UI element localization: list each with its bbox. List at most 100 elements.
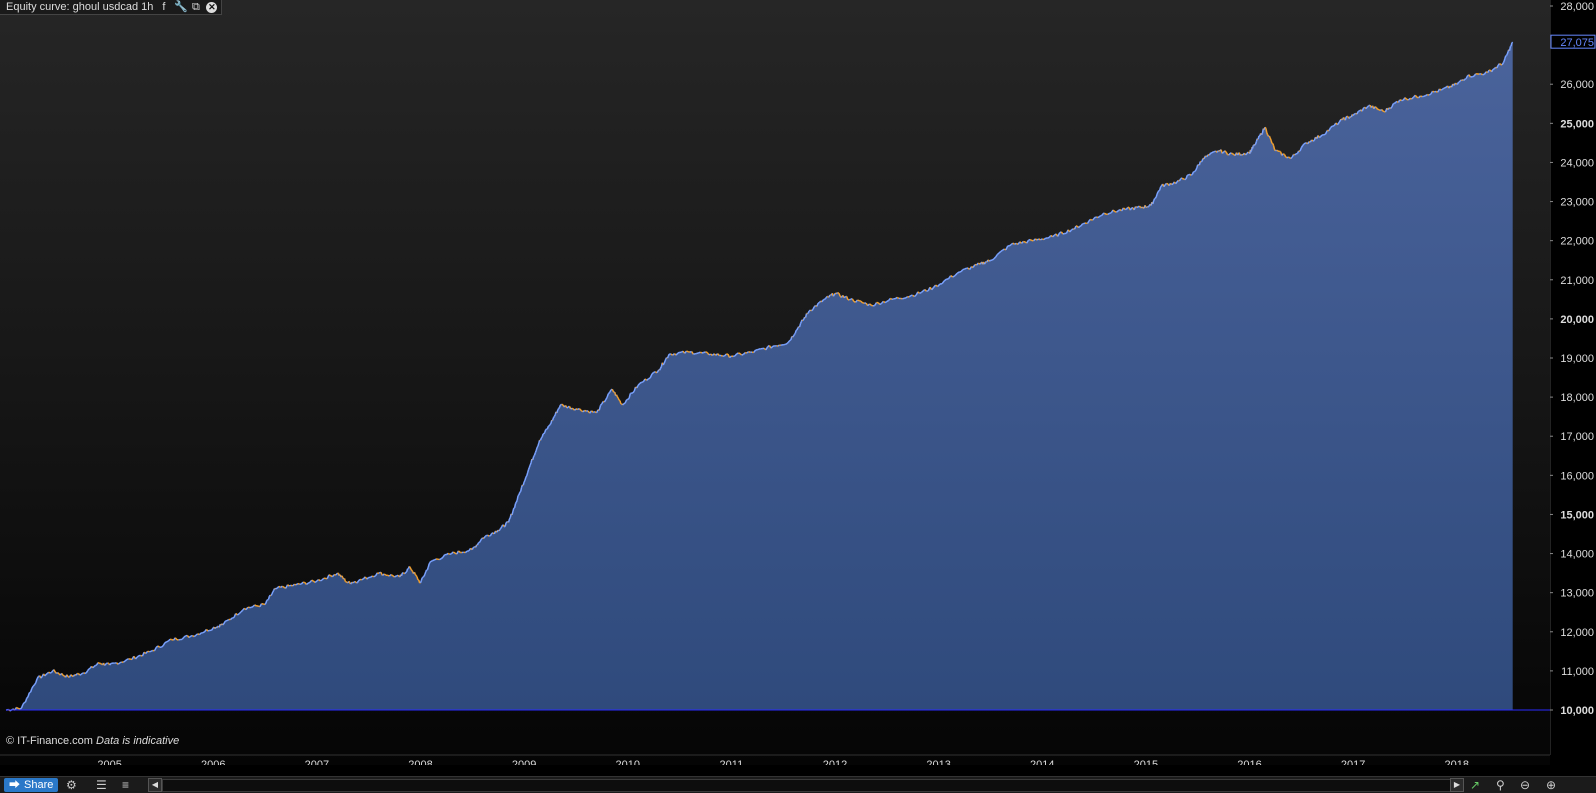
equity-line-segment bbox=[426, 570, 427, 572]
function-icon[interactable]: f bbox=[158, 0, 169, 14]
equity-line-segment bbox=[1229, 153, 1230, 155]
equity-line-segment bbox=[165, 642, 167, 643]
equity-line-segment bbox=[1225, 151, 1226, 152]
equity-line-segment bbox=[274, 589, 275, 591]
equity-line-segment bbox=[431, 561, 433, 562]
equity-line-segment bbox=[1098, 217, 1099, 218]
equity-line-segment bbox=[362, 579, 364, 580]
equity-line-segment bbox=[411, 569, 412, 570]
equity-line-segment bbox=[1268, 135, 1269, 136]
equity-line-segment bbox=[794, 334, 795, 336]
y-tick-label: 24,000 bbox=[1560, 157, 1594, 169]
equity-line-segment bbox=[617, 395, 618, 397]
y-axis-panel[interactable]: 10,00011,00012,00013,00014,00015,00016,0… bbox=[1550, 0, 1596, 765]
equity-line-segment bbox=[1248, 152, 1249, 153]
equity-line-segment bbox=[1165, 183, 1166, 184]
equity-line-segment bbox=[384, 574, 386, 575]
scroll-right-button[interactable]: ▶ bbox=[1450, 778, 1464, 792]
equity-line-segment bbox=[1155, 197, 1156, 198]
equity-line-segment bbox=[522, 485, 523, 487]
equity-line-segment bbox=[1273, 144, 1274, 146]
equity-line-segment bbox=[1506, 54, 1507, 55]
zoom-in-icon[interactable]: ⊕ bbox=[1546, 778, 1556, 792]
equity-line-segment bbox=[1464, 80, 1465, 81]
equity-line-segment bbox=[405, 572, 406, 573]
equity-line-segment bbox=[880, 303, 882, 304]
equity-line-segment bbox=[519, 492, 520, 495]
equity-line-segment bbox=[1155, 198, 1156, 199]
equity-line-segment bbox=[1191, 174, 1192, 175]
equity-line-segment bbox=[499, 529, 500, 530]
horizontal-scrollbar[interactable] bbox=[162, 779, 1464, 792]
wrench-icon[interactable]: 🔧 bbox=[174, 0, 185, 14]
equity-line-segment bbox=[1217, 151, 1218, 153]
equity-line-segment bbox=[1376, 108, 1377, 110]
equity-line-segment bbox=[525, 477, 526, 480]
close-icon[interactable]: ✕ bbox=[206, 2, 217, 13]
chart-settings-icon[interactable]: ⚙ bbox=[66, 778, 77, 792]
equity-line-segment bbox=[1345, 117, 1346, 120]
equity-line-segment bbox=[585, 410, 587, 411]
x-tick-label: 2005 bbox=[97, 759, 121, 765]
equity-line-segment bbox=[1094, 217, 1095, 218]
equity-chart[interactable]: 2005200620072008200920102011201220132014… bbox=[0, 0, 1550, 765]
scroll-left-button[interactable]: ◀ bbox=[148, 778, 162, 792]
list-icon[interactable]: ☰ bbox=[96, 778, 107, 792]
equity-line-segment bbox=[640, 382, 642, 383]
equity-line-segment bbox=[623, 404, 624, 405]
candles-icon[interactable]: ≡ bbox=[122, 778, 129, 792]
equity-line-segment bbox=[476, 545, 477, 547]
equity-line-segment bbox=[559, 408, 560, 409]
equity-line-segment bbox=[583, 410, 585, 411]
equity-line-segment bbox=[704, 352, 706, 353]
equity-line-segment bbox=[808, 311, 809, 313]
equity-line-segment bbox=[721, 355, 723, 356]
equity-line-segment bbox=[225, 621, 227, 622]
y-tick-label: 23,000 bbox=[1560, 197, 1594, 209]
equity-line-segment bbox=[1258, 136, 1259, 139]
y-tick-label: 13,000 bbox=[1560, 588, 1594, 600]
equity-line-segment bbox=[1108, 213, 1110, 214]
equity-line-segment bbox=[428, 564, 429, 567]
equity-line-segment bbox=[312, 580, 314, 581]
equity-line-segment bbox=[1233, 154, 1234, 155]
equity-line-segment bbox=[686, 351, 688, 352]
equity-line-segment bbox=[992, 259, 994, 260]
equity-line-segment bbox=[849, 299, 850, 300]
equity-line-segment bbox=[167, 641, 169, 642]
equity-line-segment bbox=[567, 407, 568, 408]
equity-line-segment bbox=[920, 293, 922, 294]
equity-line-segment bbox=[1240, 155, 1241, 156]
equity-line-segment bbox=[127, 659, 129, 660]
equity-line-segment bbox=[797, 328, 798, 330]
equity-line-segment bbox=[965, 268, 967, 269]
equity-line-segment bbox=[49, 672, 50, 673]
equity-line-segment bbox=[433, 560, 435, 561]
equity-line-segment bbox=[794, 333, 795, 334]
indicator-icon[interactable]: ↗ bbox=[1470, 778, 1480, 792]
equity-line-segment bbox=[1266, 128, 1267, 132]
equity-line-segment bbox=[346, 582, 347, 583]
equity-area bbox=[6, 42, 1513, 711]
equity-line-segment bbox=[374, 576, 376, 577]
chart-area[interactable]: 2005200620072008200920102011201220132014… bbox=[0, 0, 1550, 765]
equity-line-segment bbox=[535, 451, 536, 453]
zoom-auto-icon[interactable]: ⚲ bbox=[1496, 778, 1505, 792]
popout-icon[interactable]: ⧉ bbox=[190, 0, 201, 14]
equity-line-segment bbox=[93, 667, 94, 668]
equity-line-segment bbox=[1136, 207, 1137, 208]
share-button[interactable]: ⮕ Share bbox=[4, 778, 58, 792]
equity-line-segment bbox=[871, 305, 873, 306]
equity-line-segment bbox=[101, 664, 102, 665]
equity-line-segment bbox=[1346, 116, 1347, 117]
share-icon: ⮕ bbox=[9, 778, 20, 792]
zoom-out-icon[interactable]: ⊖ bbox=[1520, 778, 1530, 792]
equity-line-segment bbox=[395, 576, 397, 577]
equity-line-segment bbox=[1269, 136, 1270, 138]
equity-line-segment bbox=[826, 296, 827, 297]
equity-line-segment bbox=[1172, 184, 1173, 185]
equity-line-segment bbox=[1445, 87, 1446, 88]
equity-line-segment bbox=[506, 522, 507, 523]
equity-line-segment bbox=[105, 663, 106, 665]
equity-line-segment bbox=[1081, 224, 1082, 226]
